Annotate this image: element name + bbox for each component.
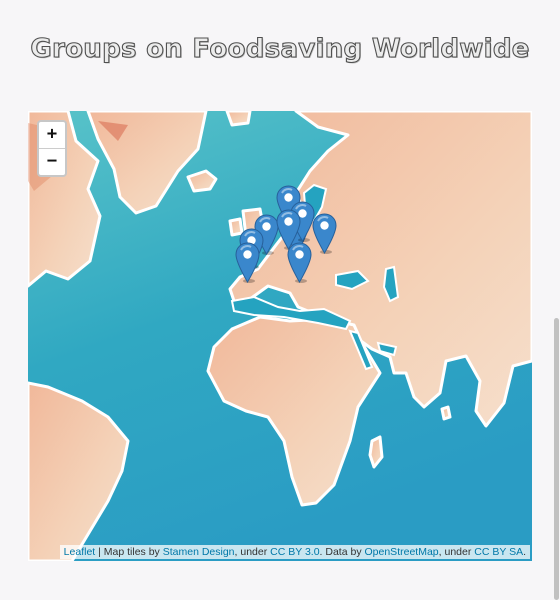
leaflet-link[interactable]: Leaflet <box>64 546 96 558</box>
map-pin-icon <box>235 242 260 283</box>
zoom-in-button[interactable]: + <box>39 122 65 148</box>
attribution-text-4: , under <box>438 546 475 558</box>
attribution-text-3: . Data by <box>319 546 365 558</box>
page-scrollbar[interactable] <box>554 0 560 600</box>
zoom-out-button[interactable]: − <box>39 148 65 175</box>
map-attribution: Leaflet | Map tiles by Stamen Design, un… <box>59 545 530 559</box>
map-marker[interactable] <box>312 213 337 254</box>
map-tiles[interactable] <box>28 111 532 561</box>
osm-link[interactable]: OpenStreetMap <box>365 546 439 558</box>
zoom-control: + − <box>37 120 67 177</box>
attribution-text-5: . <box>523 546 526 558</box>
scrollbar-thumb[interactable] <box>554 318 559 600</box>
world-map[interactable]: + − Leaflet | Map tiles by Stamen Design… <box>28 111 532 561</box>
land-sri-lanka <box>440 405 452 421</box>
map-marker[interactable] <box>235 242 260 283</box>
map-pin-icon <box>312 213 337 254</box>
cc-by-sa-link[interactable]: CC BY SA <box>474 546 523 558</box>
stamen-link[interactable]: Stamen Design <box>163 546 235 558</box>
page-title: Groups on Foodsaving Worldwide <box>30 33 530 64</box>
map-marker[interactable] <box>287 242 312 283</box>
attribution-text-1: | Map tiles by <box>95 546 163 558</box>
attribution-text-2: , under <box>234 546 271 558</box>
cc-by-link[interactable]: CC BY 3.0 <box>270 546 319 558</box>
land-island-east-greenland <box>225 111 252 127</box>
map-pin-icon <box>287 242 312 283</box>
